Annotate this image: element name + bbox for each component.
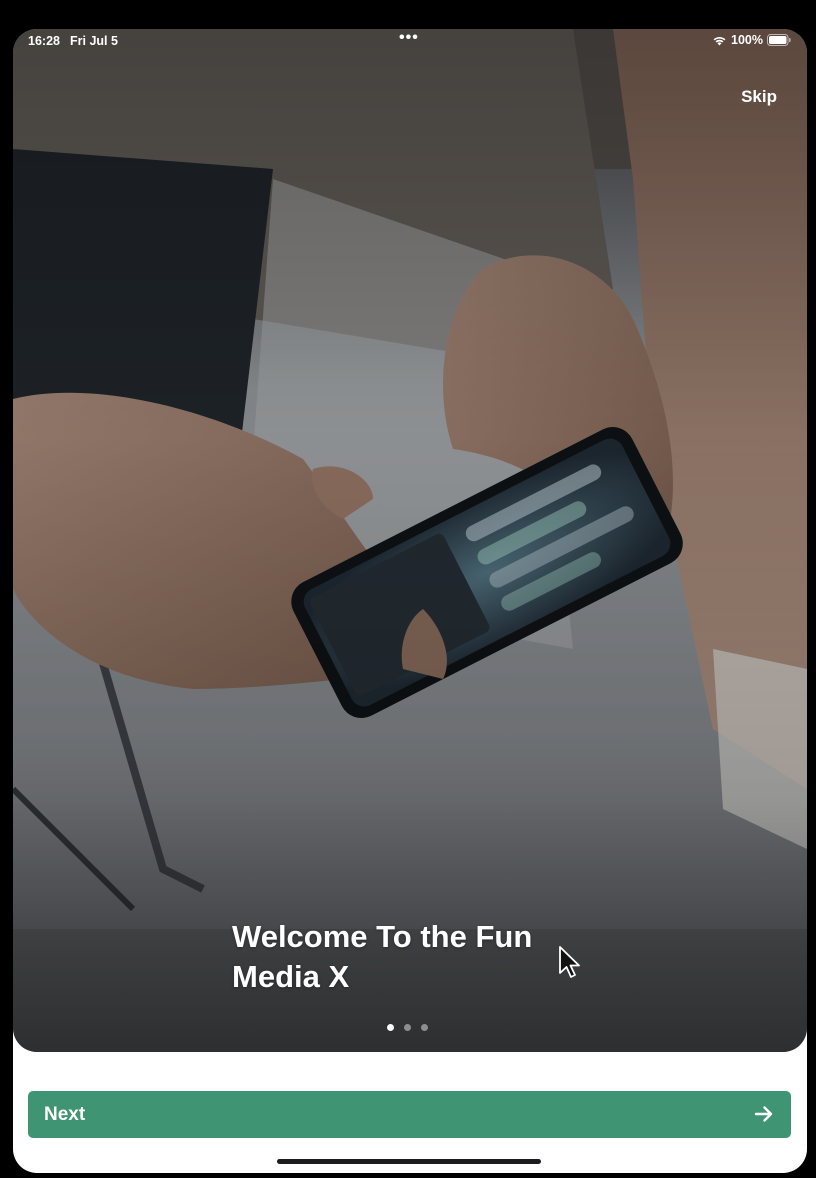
status-right-group: 100% <box>712 33 791 47</box>
mouse-cursor-icon <box>559 946 580 978</box>
app-screen: 16:28 Fri Jul 5 ••• 100% Skip Welcome To… <box>13 29 807 1173</box>
battery-percentage: 100% <box>731 33 763 47</box>
battery-icon <box>767 34 791 46</box>
home-indicator[interactable] <box>277 1159 541 1164</box>
onboarding-hero: 16:28 Fri Jul 5 ••• 100% Skip Welcome To… <box>13 29 807 1052</box>
hero-shade-overlay <box>13 29 807 1052</box>
wifi-icon <box>713 36 726 46</box>
arrow-right-icon <box>754 1106 773 1122</box>
page-dot-1[interactable] <box>387 1024 394 1031</box>
status-time: 16:28 <box>28 34 60 48</box>
status-bar: 16:28 Fri Jul 5 ••• 100% <box>13 29 807 53</box>
status-date: Fri Jul 5 <box>70 34 118 48</box>
onboarding-title-line1: Welcome To the Fun <box>232 919 533 954</box>
page-dot-2[interactable] <box>404 1024 411 1031</box>
multitasking-dots[interactable]: ••• <box>399 29 419 47</box>
onboarding-title-line2: Media X <box>232 959 350 994</box>
page-indicator[interactable] <box>387 1024 428 1031</box>
skip-button[interactable]: Skip <box>741 87 777 107</box>
next-button[interactable]: Next <box>28 1091 791 1138</box>
page-dot-3[interactable] <box>421 1024 428 1031</box>
next-button-label: Next <box>44 1104 86 1125</box>
onboarding-title: Welcome To the Fun Media X <box>232 917 592 997</box>
